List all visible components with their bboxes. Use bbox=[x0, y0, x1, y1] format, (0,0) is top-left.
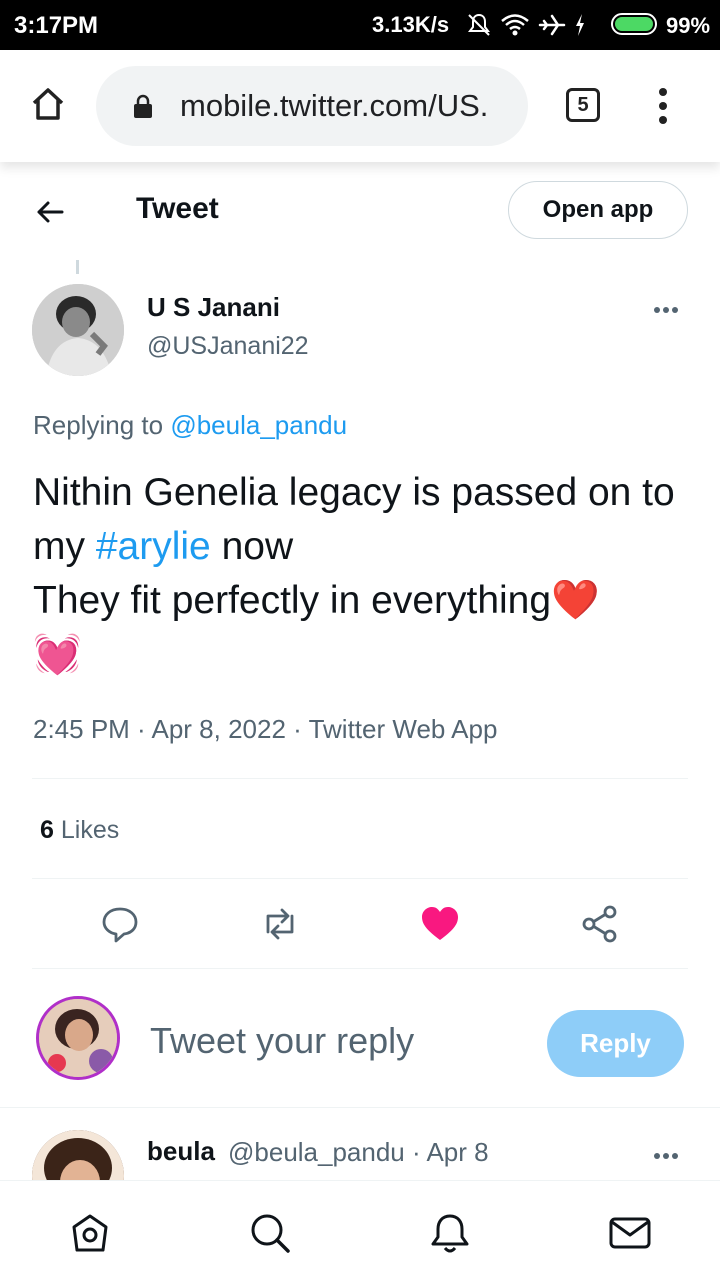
search-icon[interactable] bbox=[248, 1211, 292, 1255]
tweet-date[interactable]: Apr 8, 2022 bbox=[152, 714, 286, 744]
browser-toolbar: mobile.twitter.com/US. 5 bbox=[0, 50, 720, 162]
like-icon[interactable] bbox=[420, 904, 460, 944]
network-speed: 3.13K/s bbox=[372, 12, 450, 37]
page-title: Tweet bbox=[136, 192, 219, 225]
author-name[interactable]: U S Janani bbox=[147, 292, 280, 323]
status-bar: 3:17PM 3.13K/s 99% bbox=[0, 0, 720, 50]
charging-icon bbox=[576, 14, 584, 36]
retweet-icon[interactable] bbox=[260, 904, 300, 944]
reply-meta: @beula_pandu · Apr 8 bbox=[228, 1137, 489, 1167]
wifi-icon bbox=[501, 14, 529, 36]
bottom-nav bbox=[0, 1180, 720, 1281]
likes-number: 6 bbox=[40, 816, 54, 844]
divider bbox=[32, 778, 688, 779]
reply-input[interactable]: Tweet your reply bbox=[150, 1020, 414, 1062]
divider bbox=[32, 968, 688, 969]
status-time: 3:17PM bbox=[14, 12, 99, 39]
divider bbox=[0, 1107, 720, 1108]
tweet-time[interactable]: 2:45 PM bbox=[33, 714, 130, 744]
avatar[interactable] bbox=[32, 284, 124, 376]
share-icon[interactable] bbox=[580, 904, 620, 944]
reply-date[interactable]: Apr 8 bbox=[426, 1137, 488, 1167]
hashtag-link[interactable]: #arylie bbox=[96, 525, 211, 568]
tab-switcher-button[interactable]: 5 bbox=[566, 88, 600, 122]
replying-prefix: Replying to bbox=[33, 410, 164, 440]
more-options-icon[interactable] bbox=[654, 1146, 681, 1164]
tweet-text-line3: They fit perfectly in everything❤️ bbox=[33, 579, 600, 622]
tweet-source: Twitter Web App bbox=[308, 714, 498, 744]
open-app-button[interactable]: Open app bbox=[508, 181, 688, 239]
reply-button[interactable]: Reply bbox=[547, 1010, 684, 1077]
notifications-icon[interactable] bbox=[428, 1211, 472, 1255]
tweet-meta: 2:45 PM · Apr 8, 2022 · Twitter Web App bbox=[33, 714, 498, 744]
likes-count[interactable]: 6 Likes bbox=[40, 816, 119, 845]
home-icon[interactable] bbox=[68, 1211, 112, 1255]
avatar-photo bbox=[32, 284, 124, 376]
url-text[interactable]: mobile.twitter.com/US. bbox=[180, 88, 510, 124]
airplane-icon bbox=[538, 14, 566, 36]
my-avatar-photo bbox=[39, 999, 117, 1077]
lock-icon bbox=[134, 94, 152, 118]
reply-icon[interactable] bbox=[100, 904, 140, 944]
messages-icon[interactable] bbox=[608, 1211, 652, 1255]
tweet-header: Tweet Open app bbox=[0, 162, 720, 258]
more-options-icon[interactable] bbox=[654, 300, 681, 318]
battery-percent: 99% bbox=[666, 13, 711, 38]
menu-dots-icon[interactable] bbox=[656, 88, 670, 128]
mute-icon bbox=[468, 13, 490, 36]
status-icons bbox=[466, 10, 586, 40]
replying-to: Replying to @beula_pandu bbox=[33, 410, 347, 441]
arrow-left-icon[interactable] bbox=[34, 196, 66, 228]
author-handle[interactable]: @USJanani22 bbox=[147, 332, 309, 361]
likes-label: Likes bbox=[60, 816, 120, 844]
mention-link[interactable]: @beula_pandu bbox=[170, 410, 347, 440]
tweet-text-part2: now bbox=[221, 525, 294, 568]
home-icon[interactable] bbox=[28, 84, 68, 124]
reply-author-handle[interactable]: @beula_pandu bbox=[228, 1137, 405, 1167]
url-bar[interactable]: mobile.twitter.com/US. bbox=[96, 66, 528, 146]
tweet-emoji: 💓 bbox=[33, 633, 82, 676]
tweet-text: Nithin Genelia legacy is passed on to my… bbox=[33, 466, 693, 682]
reply-author-name[interactable]: beula bbox=[147, 1136, 215, 1167]
thread-connector bbox=[76, 260, 79, 274]
battery-icon bbox=[611, 13, 657, 35]
divider bbox=[32, 878, 688, 879]
my-avatar[interactable] bbox=[36, 996, 120, 1080]
